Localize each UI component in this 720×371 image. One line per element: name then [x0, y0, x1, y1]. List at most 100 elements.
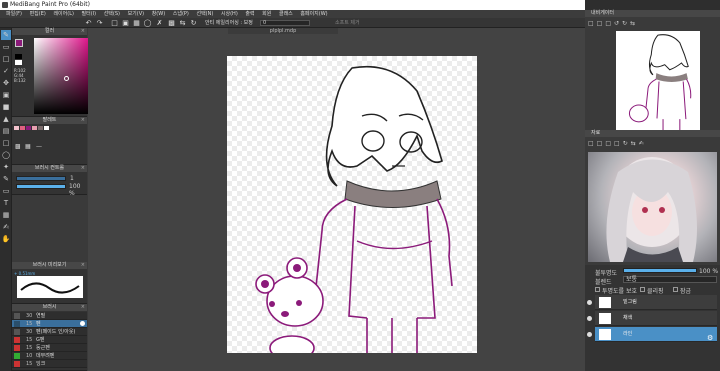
clipping-checkbox[interactable]: [640, 287, 645, 292]
move-tool-icon[interactable]: ✥: [1, 78, 11, 88]
brush-list-item[interactable]: 30 연필: [12, 312, 87, 320]
white-swatch[interactable]: [15, 60, 22, 65]
undo-icon[interactable]: ↶: [84, 19, 93, 27]
clear-icon[interactable]: ✗: [155, 19, 164, 27]
delete-palette-icon[interactable]: —: [36, 143, 42, 150]
menu-select[interactable]: 선택(S): [104, 10, 120, 18]
zoom-in-icon[interactable]: □: [588, 20, 597, 27]
flip-icon[interactable]: ⇆: [631, 140, 639, 147]
close-icon[interactable]: ×: [81, 117, 85, 124]
palette-swatch[interactable]: [14, 126, 19, 130]
menu-view[interactable]: 보기(V): [128, 10, 145, 18]
menu-selection[interactable]: 선택(N): [196, 10, 213, 18]
lasso-icon[interactable]: ◯: [143, 19, 152, 27]
menu-file[interactable]: 파일(F): [6, 10, 22, 18]
rotate-right-icon[interactable]: ↻: [622, 20, 630, 27]
brush-tool-icon[interactable]: ✎: [1, 30, 11, 40]
layer-row[interactable]: 라인 ⚙: [587, 327, 717, 342]
settings-gear-icon[interactable]: [80, 321, 85, 326]
hand-tool-icon[interactable]: ✋: [1, 234, 11, 244]
fit-icon[interactable]: □: [605, 20, 614, 27]
magic-wand-icon[interactable]: ✦: [1, 162, 11, 172]
brush-list-item[interactable]: 10 데무려펜: [12, 352, 87, 360]
layer-row[interactable]: 채색: [587, 311, 717, 326]
brush-list-item[interactable]: 15 펜: [12, 320, 87, 328]
add-palette-icon[interactable]: ▩: [15, 143, 21, 150]
opacity-slider[interactable]: [16, 184, 66, 189]
drawing-canvas[interactable]: [227, 56, 477, 361]
eraser-tool-icon[interactable]: ▭: [1, 42, 11, 52]
divide-tool-icon[interactable]: ▦: [1, 210, 11, 220]
lasso-tool-icon[interactable]: ◯: [1, 150, 11, 160]
close-icon[interactable]: ×: [81, 165, 85, 172]
invert-icon[interactable]: ▣: [121, 19, 130, 27]
eye-icon[interactable]: [587, 300, 592, 305]
flip-icon[interactable]: ⇆: [630, 20, 638, 27]
dot-tool-icon[interactable]: □: [1, 54, 11, 64]
select-pen-icon[interactable]: ✎: [1, 174, 11, 184]
settings-gear-icon[interactable]: ⚙: [707, 331, 713, 346]
close-icon[interactable]: ×: [81, 262, 85, 269]
brush-list-item[interactable]: 15 잉크: [12, 360, 87, 368]
bucket-tool-icon[interactable]: ▲: [1, 114, 11, 124]
palette-swatch[interactable]: [26, 126, 31, 130]
eye-icon[interactable]: [587, 316, 592, 321]
color-picker-handle[interactable]: [64, 76, 69, 81]
text-tool-icon[interactable]: T: [1, 198, 11, 208]
palette-swatch[interactable]: [38, 126, 43, 130]
brush-list-item[interactable]: 30 펜(페이드 인/아웃): [12, 328, 87, 336]
flip-icon[interactable]: ⇆: [178, 19, 187, 27]
menu-layer[interactable]: 레이어(L): [53, 10, 74, 18]
select-tool-icon[interactable]: □: [1, 138, 11, 148]
menu-edit[interactable]: 편집(E): [30, 10, 46, 18]
check-tool-icon[interactable]: ✓: [1, 66, 11, 76]
brush-list-item[interactable]: 15 G펜: [12, 336, 87, 344]
menu-homepage[interactable]: 홈페이지(W): [300, 10, 327, 18]
close-icon[interactable]: ×: [81, 28, 85, 35]
blend-mode-select[interactable]: 보통: [623, 276, 717, 283]
eyedropper-icon[interactable]: ✍: [1, 222, 11, 232]
close-icon[interactable]: ×: [81, 304, 85, 311]
transform-tool-icon[interactable]: ▣: [1, 90, 11, 100]
foreground-color-swatch[interactable]: [15, 39, 23, 47]
palette-swatch[interactable]: [44, 126, 49, 130]
menu-output[interactable]: 출력: [245, 10, 254, 18]
rotate-icon[interactable]: ↻: [623, 140, 631, 147]
fill-tool-icon[interactable]: ■: [1, 102, 11, 112]
eyedropper-icon[interactable]: ✍: [639, 140, 647, 147]
layer-opacity-slider[interactable]: [623, 268, 697, 273]
gradient-tool-icon[interactable]: ▤: [1, 126, 11, 136]
redo-icon[interactable]: ↷: [95, 19, 104, 27]
layer-row[interactable]: 밑그림: [587, 295, 717, 310]
black-swatch[interactable]: [15, 54, 22, 59]
brush-size-slider[interactable]: [16, 176, 66, 181]
rotate-left-icon[interactable]: ↺: [614, 20, 622, 27]
menu-member[interactable]: 회원: [262, 10, 271, 18]
fit-icon[interactable]: □: [614, 140, 623, 147]
palette-menu-icon[interactable]: ▦: [25, 143, 31, 150]
crop-icon[interactable]: ▦: [132, 19, 141, 27]
rotate-icon[interactable]: ↻: [189, 19, 198, 27]
eye-icon[interactable]: [587, 332, 592, 337]
reference-image[interactable]: [588, 152, 717, 262]
menu-snap[interactable]: 스냅(P): [173, 10, 189, 18]
lock-checkbox[interactable]: [673, 287, 678, 292]
document-tab[interactable]: plplpl.mdp: [228, 28, 338, 34]
protect-alpha-checkbox[interactable]: [595, 287, 600, 292]
menu-window[interactable]: 창(W): [152, 10, 165, 18]
navigator-thumbnail[interactable]: [616, 31, 700, 132]
palette-swatch[interactable]: [32, 126, 37, 130]
select-eraser-icon[interactable]: ▭: [1, 186, 11, 196]
menu-filter[interactable]: 필터(I): [82, 10, 97, 18]
deselect-icon[interactable]: □: [110, 19, 119, 27]
canvas-area[interactable]: plplpl.mdp: [88, 28, 585, 371]
brush-list-item[interactable]: 15 둥근펜: [12, 344, 87, 352]
antialias-select[interactable]: 0: [260, 20, 310, 26]
transform-label[interactable]: 소프트 제거: [335, 18, 360, 28]
fill-icon[interactable]: ▩: [167, 19, 176, 27]
zoom-icon[interactable]: □: [605, 140, 614, 147]
menu-perspective[interactable]: 시상(H): [221, 10, 238, 18]
saturation-value-picker[interactable]: [34, 38, 88, 114]
palette-swatch[interactable]: [20, 126, 25, 130]
open-icon[interactable]: □: [588, 140, 597, 147]
